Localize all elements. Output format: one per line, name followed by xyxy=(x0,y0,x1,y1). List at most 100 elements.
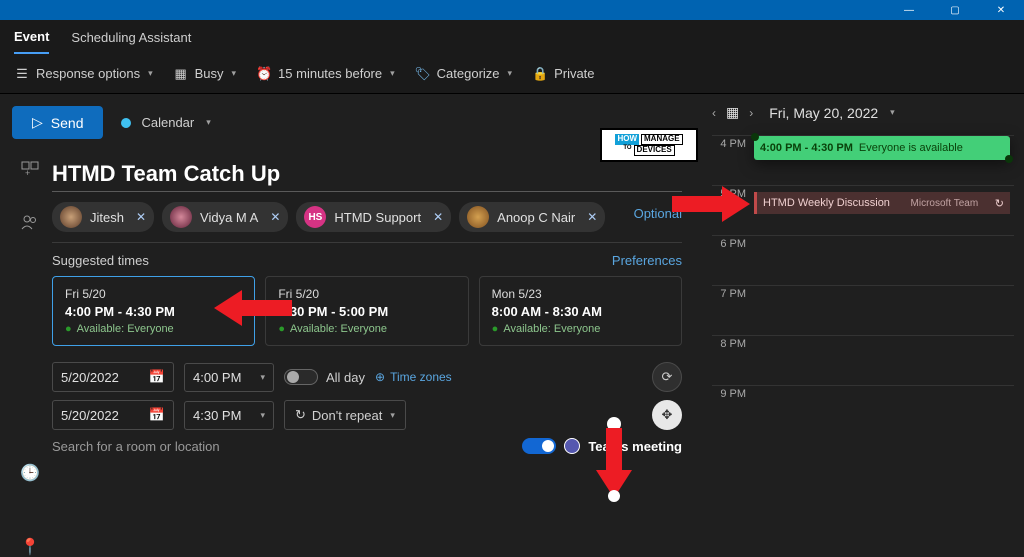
reminder-dropdown[interactable]: ⏰ 15 minutes before ▾ xyxy=(256,66,395,82)
categorize-dropdown[interactable]: 🏷 Categorize ▾ xyxy=(415,66,512,82)
reminder-label: 15 minutes before xyxy=(278,66,382,81)
hour-label: 8 PM xyxy=(712,336,750,385)
end-date-input[interactable]: 5/20/2022 📅 xyxy=(52,400,174,430)
check-icon: ● xyxy=(492,323,499,335)
start-time-value: 4:00 PM xyxy=(193,370,241,385)
resize-handle-icon[interactable] xyxy=(1005,155,1013,163)
remove-chip-icon[interactable]: ✕ xyxy=(270,210,280,224)
attendee-chip[interactable]: HS HTMD Support ✕ xyxy=(296,202,451,232)
hour-label: 4 PM xyxy=(712,136,750,185)
annotation-arrow-left-icon xyxy=(214,288,294,328)
repeat-dropdown[interactable]: ↻ Don't repeat ▾ xyxy=(284,400,406,430)
avatar xyxy=(60,206,82,228)
calendar-icon: 📅 xyxy=(149,369,165,385)
attendee-name: Jitesh xyxy=(90,210,124,225)
teams-toggle[interactable] xyxy=(522,438,556,454)
chevron-down-icon: ▾ xyxy=(232,68,237,79)
day-timeline[interactable]: 4 PM 4:00 PM - 4:30 PM Everyone is avail… xyxy=(712,135,1014,435)
allday-label: All day xyxy=(326,370,365,385)
maximize-button[interactable]: ▢ xyxy=(932,0,978,20)
show-as-dropdown[interactable]: ▦ Busy ▾ xyxy=(173,66,236,82)
calendar-event[interactable]: HTMD Weekly Discussion Microsoft Team ↻ xyxy=(754,192,1010,214)
attendee-name: HTMD Support xyxy=(334,210,421,225)
remove-chip-icon[interactable]: ✕ xyxy=(433,210,443,224)
hour-label: 6 PM xyxy=(712,236,750,285)
header-tabs: Event Scheduling Assistant xyxy=(0,20,1024,54)
remove-chip-icon[interactable]: ✕ xyxy=(136,210,146,224)
attendee-chip[interactable]: Vidya M A ✕ xyxy=(162,202,288,232)
remove-chip-icon[interactable]: ✕ xyxy=(587,210,597,224)
attendee-chip[interactable]: Jitesh ✕ xyxy=(52,202,154,232)
suggested-time-card[interactable]: Fri 5/20 4:30 PM - 5:00 PM ●Available: E… xyxy=(265,276,468,346)
prev-day-button[interactable]: ‹ xyxy=(712,106,716,120)
suggested-date: Fri 5/20 xyxy=(278,287,455,301)
next-day-button[interactable]: › xyxy=(749,106,753,120)
tag-icon: 🏷 xyxy=(415,66,431,82)
calendar-name: Calendar xyxy=(141,115,194,130)
location-icon: 📍 xyxy=(18,537,42,557)
proposed-slot[interactable]: 4:00 PM - 4:30 PM Everyone is available xyxy=(754,136,1010,160)
suggested-avail: Available: Everyone xyxy=(290,323,387,335)
suggested-date: Mon 5/23 xyxy=(492,287,669,301)
location-input[interactable]: Search for a room or location xyxy=(52,439,220,454)
day-view-icon[interactable]: ▦ xyxy=(726,104,739,121)
send-icon: ▷ xyxy=(32,114,43,131)
chevron-down-icon: ▾ xyxy=(890,107,895,118)
suggested-label: Suggested times xyxy=(52,253,149,268)
resize-handle-icon[interactable] xyxy=(751,133,759,141)
attendee-chip[interactable]: Anoop C Nair ✕ xyxy=(459,202,605,232)
start-date-input[interactable]: 5/20/2022 📅 xyxy=(52,362,174,392)
calendar-selector[interactable]: Calendar ▾ xyxy=(121,115,210,130)
current-date-label[interactable]: Fri, May 20, 2022 xyxy=(769,105,878,121)
preferences-link[interactable]: Preferences xyxy=(612,253,682,268)
title-emoji-button[interactable]: + xyxy=(18,161,42,179)
end-time-value: 4:30 PM xyxy=(193,408,241,423)
start-datetime-row: 5/20/2022 📅 4:00 PM ▾ All day ⊕ Time zon… xyxy=(52,362,682,392)
response-options-dropdown[interactable]: ☰ Response options ▾ xyxy=(14,66,153,82)
close-window-button[interactable]: ✕ xyxy=(978,0,1024,20)
calendar-busy-icon: ▦ xyxy=(173,66,189,82)
start-time-input[interactable]: 4:00 PM ▾ xyxy=(184,363,274,392)
response-icon: ☰ xyxy=(14,66,30,82)
show-as-label: Busy xyxy=(195,66,224,81)
tab-event[interactable]: Event xyxy=(14,21,49,54)
recurring-icon: ↻ xyxy=(995,197,1004,210)
response-options-label: Response options xyxy=(36,66,140,81)
private-toggle[interactable]: 🔒 Private xyxy=(532,66,594,82)
suggested-avail: Available: Everyone xyxy=(77,323,174,335)
tab-scheduling-assistant[interactable]: Scheduling Assistant xyxy=(71,22,191,53)
send-label: Send xyxy=(51,115,84,131)
clock-icon: 🕒 xyxy=(18,463,42,483)
allday-toggle[interactable] xyxy=(284,369,318,385)
location-row: Search for a room or location Teams meet… xyxy=(52,438,682,454)
suggested-time-card[interactable]: Mon 5/23 8:00 AM - 8:30 AM ●Available: E… xyxy=(479,276,682,346)
attendee-name: Anoop C Nair xyxy=(497,210,575,225)
timezone-link[interactable]: ⊕ Time zones xyxy=(375,370,452,384)
send-button[interactable]: ▷ Send xyxy=(12,106,103,139)
event-title-input[interactable]: HTMD Team Catch Up xyxy=(52,157,682,192)
end-time-input[interactable]: 4:30 PM ▾ xyxy=(184,401,274,430)
minimize-button[interactable]: — xyxy=(886,0,932,20)
suggested-time: 8:00 AM - 8:30 AM xyxy=(492,304,669,319)
refresh-button[interactable]: ⟳ xyxy=(652,362,682,392)
annotation-arrow-down-icon xyxy=(594,416,634,502)
chevron-down-icon: ▾ xyxy=(206,117,211,128)
event-sub: Microsoft Team xyxy=(911,198,979,209)
attendees-row[interactable]: Jitesh ✕ Vidya M A ✕ HS HTMD Support ✕ A… xyxy=(52,192,682,243)
start-date-value: 5/20/2022 xyxy=(61,370,119,385)
attendee-name: Vidya M A xyxy=(200,210,258,225)
move-icon: ✥ xyxy=(662,407,673,423)
hour-label: 9 PM xyxy=(712,386,750,435)
suggested-time: 4:30 PM - 5:00 PM xyxy=(278,304,455,319)
calendar-dot-icon xyxy=(121,118,131,128)
refresh-icon: ⟳ xyxy=(662,369,673,385)
avatar xyxy=(170,206,192,228)
proposed-slot-time: 4:00 PM - 4:30 PM xyxy=(760,142,853,154)
teams-icon xyxy=(564,438,580,454)
hour-label: 7 PM xyxy=(712,286,750,335)
globe-icon: ⊕ xyxy=(375,370,385,384)
move-button[interactable]: ✥ xyxy=(652,400,682,430)
schedule-preview-pane: ‹ ▦ › Fri, May 20, 2022 ▾ 4 PM 4:00 PM -… xyxy=(702,94,1024,518)
chevron-down-icon: ▾ xyxy=(390,68,395,79)
categorize-label: Categorize xyxy=(437,66,500,81)
